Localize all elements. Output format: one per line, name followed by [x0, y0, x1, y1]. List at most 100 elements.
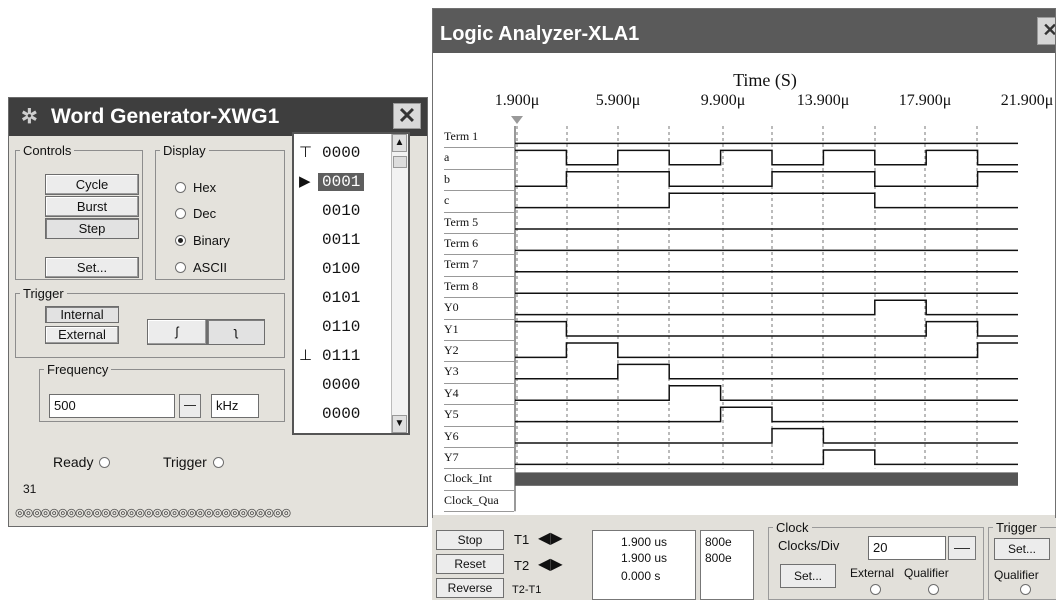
t1-label: T1: [514, 532, 530, 547]
close-button[interactable]: ✕: [393, 103, 421, 129]
stepper-divider: [184, 405, 196, 406]
frequency-unit-select[interactable]: kHz: [211, 394, 259, 418]
channel-label: Term 5: [444, 214, 479, 229]
trigger-legend: Trigger: [23, 286, 64, 301]
scroll-up-button[interactable]: ▲: [392, 134, 407, 152]
channel-label: Y2: [444, 343, 459, 357]
channel-separator: [444, 511, 514, 513]
word-marker-icon: ▶: [299, 174, 311, 191]
channel-separator: [444, 318, 514, 320]
word-list[interactable]: ⊤ 0000 ▶ 0001 0010 0011 0100 0101 0110 ⊥ 0111 0000 0…: [292, 132, 410, 435]
trigger-legend: Trigger: [996, 520, 1037, 535]
frequency-input[interactable]: 500: [49, 394, 175, 418]
t1-move-arrows[interactable]: ◀▶: [538, 528, 563, 548]
t2-move-arrows[interactable]: ◀▶: [538, 554, 563, 574]
channel-separator: [444, 425, 514, 427]
arrow-left-icon[interactable]: ◀: [538, 530, 550, 547]
signal-trace: [515, 385, 1018, 401]
channel-separator: [444, 275, 514, 277]
channel-label: Y3: [444, 364, 459, 379]
close-button[interactable]: ✕: [1037, 17, 1055, 45]
word-row[interactable]: 0000: [294, 372, 394, 398]
clock-external-led: [870, 584, 881, 595]
t2-value: 800e: [705, 551, 732, 565]
scroll-down-button[interactable]: ▼: [392, 415, 407, 433]
burst-button[interactable]: Burst: [45, 196, 139, 217]
trigger-indicator: Trigger: [163, 454, 224, 470]
display-ascii-radio[interactable]: ASCII: [175, 260, 227, 275]
clock-qualifier-label: Qualifier: [904, 566, 949, 580]
signal-trace: [515, 363, 1018, 380]
stop-button[interactable]: Stop: [436, 530, 504, 550]
t2-time: 1.900 us: [621, 551, 668, 565]
display-binary-radio[interactable]: Binary: [175, 233, 230, 248]
scroll-thumb[interactable]: [393, 156, 407, 168]
word-generator-window: ✲ Word Generator-XWG1 ✕ Controls Cycle B…: [8, 97, 428, 527]
trigger-internal-button[interactable]: Internal: [45, 306, 119, 323]
reverse-button[interactable]: Reverse: [436, 578, 504, 598]
word-row[interactable]: ⊥ 0111: [294, 343, 394, 369]
arrow-right-icon[interactable]: ▶: [550, 530, 562, 547]
channel-label: Y1: [444, 321, 459, 336]
signal-trace: [515, 192, 1018, 209]
word-value: 0000: [322, 376, 361, 394]
channel-label: Clock_Qua: [444, 492, 499, 507]
word-value: 0101: [322, 289, 361, 307]
trigger-external-button[interactable]: External: [45, 326, 119, 344]
word-marker-icon: ⊤: [299, 145, 313, 162]
step-button[interactable]: Step: [45, 218, 139, 239]
set-button[interactable]: Set...: [45, 257, 139, 278]
logic-analyzer-titlebar[interactable]: Logic Analyzer-XLA1 ✕: [433, 9, 1055, 53]
frequency-stepper[interactable]: [179, 394, 201, 418]
trigger-set-button[interactable]: Set...: [994, 538, 1050, 560]
trigger-qualifier-label: Qualifier: [994, 568, 1039, 582]
clocks-per-div-stepper[interactable]: [948, 536, 976, 560]
cycle-button[interactable]: Cycle: [45, 174, 139, 195]
radio-circle: [175, 208, 186, 219]
channel-label: b: [444, 171, 450, 186]
channel-separator: [444, 340, 514, 341]
clock-signal-bar: [515, 472, 1018, 486]
output-pins: ◎◎◎◎◎◎◎◎◎◎◎◎◎◎◎◎◎◎◎◎◎◎◎◎◎◎◎◎◎◎◎◎: [15, 507, 291, 519]
word-marker-icon: ⊥: [299, 348, 313, 365]
word-row[interactable]: ⊤ 0000: [294, 140, 394, 166]
word-row[interactable]: 0011: [294, 227, 394, 253]
word-row[interactable]: ▶ 0001: [294, 169, 394, 195]
channel-label: Term 1: [444, 129, 479, 143]
channel-separator: [444, 361, 514, 363]
word-row[interactable]: 0101: [294, 285, 394, 311]
word-list-scrollbar[interactable]: ▲ ▼: [391, 134, 408, 433]
clocks-per-div-input[interactable]: 20: [868, 536, 946, 560]
signal-trace: [515, 171, 1018, 187]
trigger-label: Trigger: [163, 454, 207, 470]
radio-circle-selected: [175, 235, 186, 246]
word-row[interactable]: 0100: [294, 256, 394, 282]
display-hex-radio[interactable]: Hex: [175, 180, 216, 195]
display-binary-label: Binary: [193, 233, 230, 248]
falling-edge-button[interactable]: ʅ: [207, 319, 265, 345]
word-row[interactable]: 0110: [294, 314, 394, 340]
arrow-left-icon[interactable]: ◀: [538, 556, 550, 573]
stepper-divider: [954, 548, 970, 549]
word-row[interactable]: 0000: [294, 401, 394, 427]
channel-label: Y6: [444, 428, 459, 443]
t1-value: 800e: [705, 535, 732, 549]
rising-edge-button[interactable]: ʃ: [147, 319, 207, 345]
word-counter: 31: [23, 482, 37, 496]
channel-separator: [444, 297, 514, 299]
word-row[interactable]: 0010: [294, 198, 394, 224]
arrow-right-icon[interactable]: ▶: [550, 556, 562, 573]
clock-set-button[interactable]: Set...: [780, 564, 836, 588]
cursor-value-box: 800e 800e: [700, 530, 754, 600]
channel-label: c: [444, 193, 450, 208]
falling-edge-icon: ʅ: [234, 324, 238, 339]
clock-external-label: External: [850, 566, 895, 580]
reset-button[interactable]: Reset: [436, 554, 504, 574]
channel-separator: [444, 233, 514, 234]
display-dec-radio[interactable]: Dec: [175, 206, 216, 221]
channel-separator: [444, 468, 514, 470]
clocks-per-div-label: Clocks/Div: [778, 538, 840, 553]
waveform-svg[interactable]: [432, 52, 1056, 514]
word-value: 0000: [322, 144, 361, 162]
word-generator-titlebar[interactable]: ✲ Word Generator-XWG1 ✕: [9, 98, 427, 136]
